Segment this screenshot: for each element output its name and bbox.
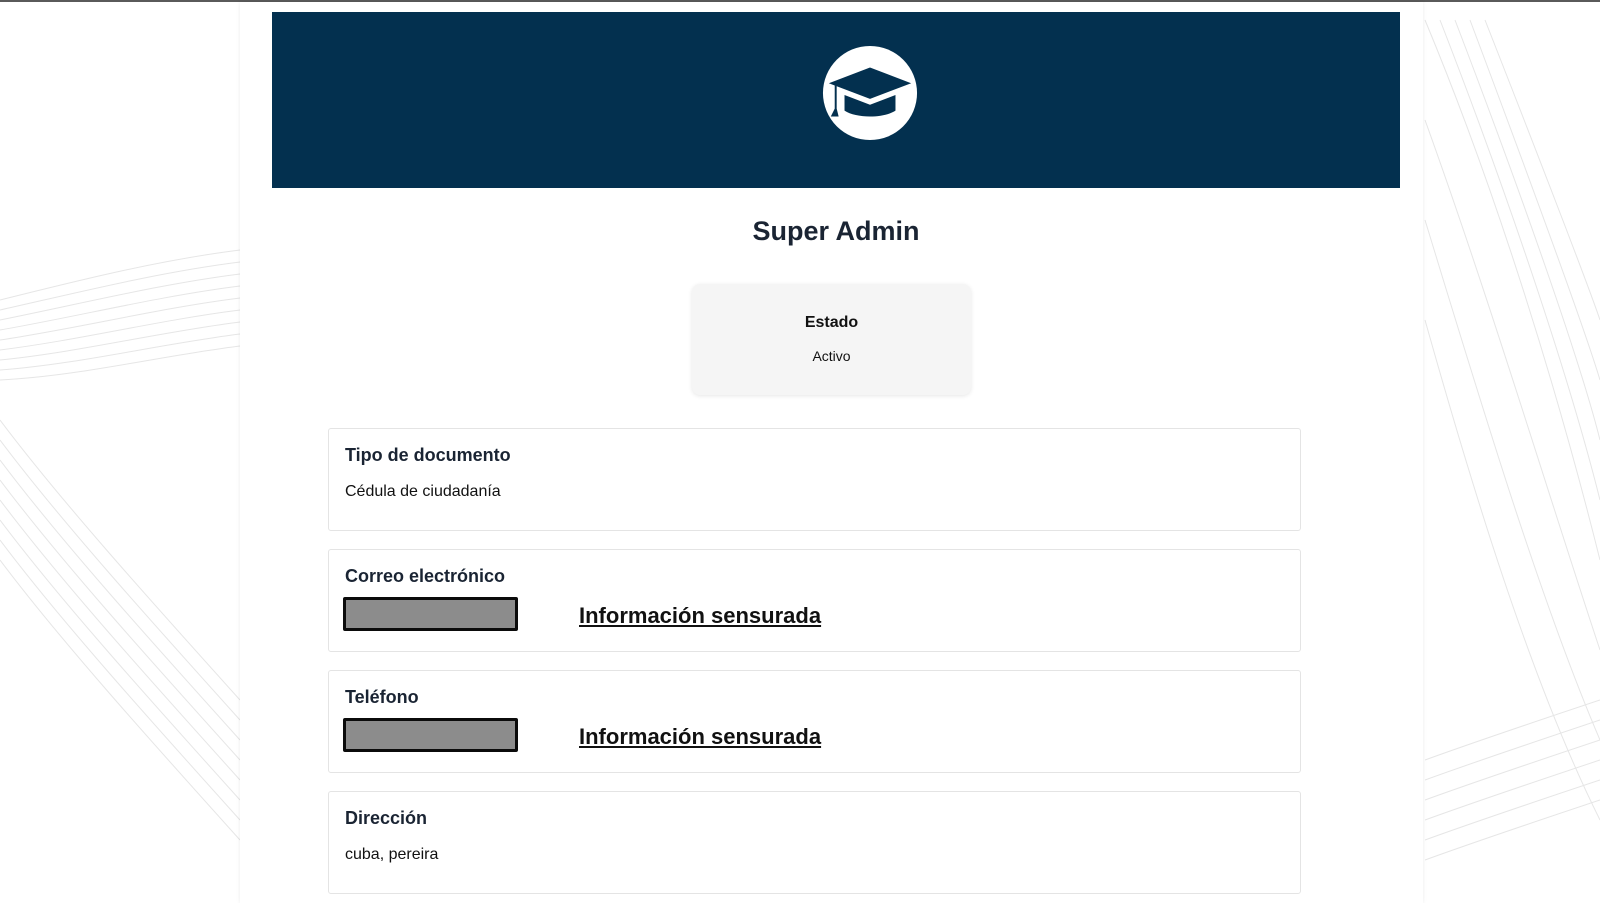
email-censored-link[interactable]: Información sensurada	[579, 603, 821, 629]
status-value: Activo	[812, 348, 851, 364]
address-value: cuba, pereira	[345, 846, 439, 863]
phone-censored-link[interactable]: Información sensurada	[579, 724, 821, 750]
header-banner	[272, 12, 1400, 188]
email-label: Correo electrónico	[345, 566, 506, 586]
address-label: Dirección	[345, 808, 428, 828]
phone-redaction-box	[343, 718, 518, 752]
graduation-cap-icon	[822, 45, 918, 141]
email-redaction-box	[343, 597, 518, 631]
phone-card: Teléfono Información sensurada	[328, 670, 1301, 773]
document-type-card: Tipo de documento Cédula de ciudadanía	[328, 428, 1301, 531]
email-card: Correo electrónico Información sensurada	[328, 549, 1301, 652]
address-card: Dirección cuba, pereira	[328, 791, 1301, 894]
document-type-label: Tipo de documento	[345, 445, 511, 465]
status-card: Estado Activo	[692, 284, 971, 395]
profile-name: Super Admin	[752, 216, 920, 246]
document-type-value: Cédula de ciudadanía	[345, 483, 501, 500]
phone-label: Teléfono	[345, 687, 419, 707]
status-label: Estado	[804, 314, 859, 331]
profile-page: Super Admin Estado Activo Tipo de docume…	[240, 2, 1423, 903]
